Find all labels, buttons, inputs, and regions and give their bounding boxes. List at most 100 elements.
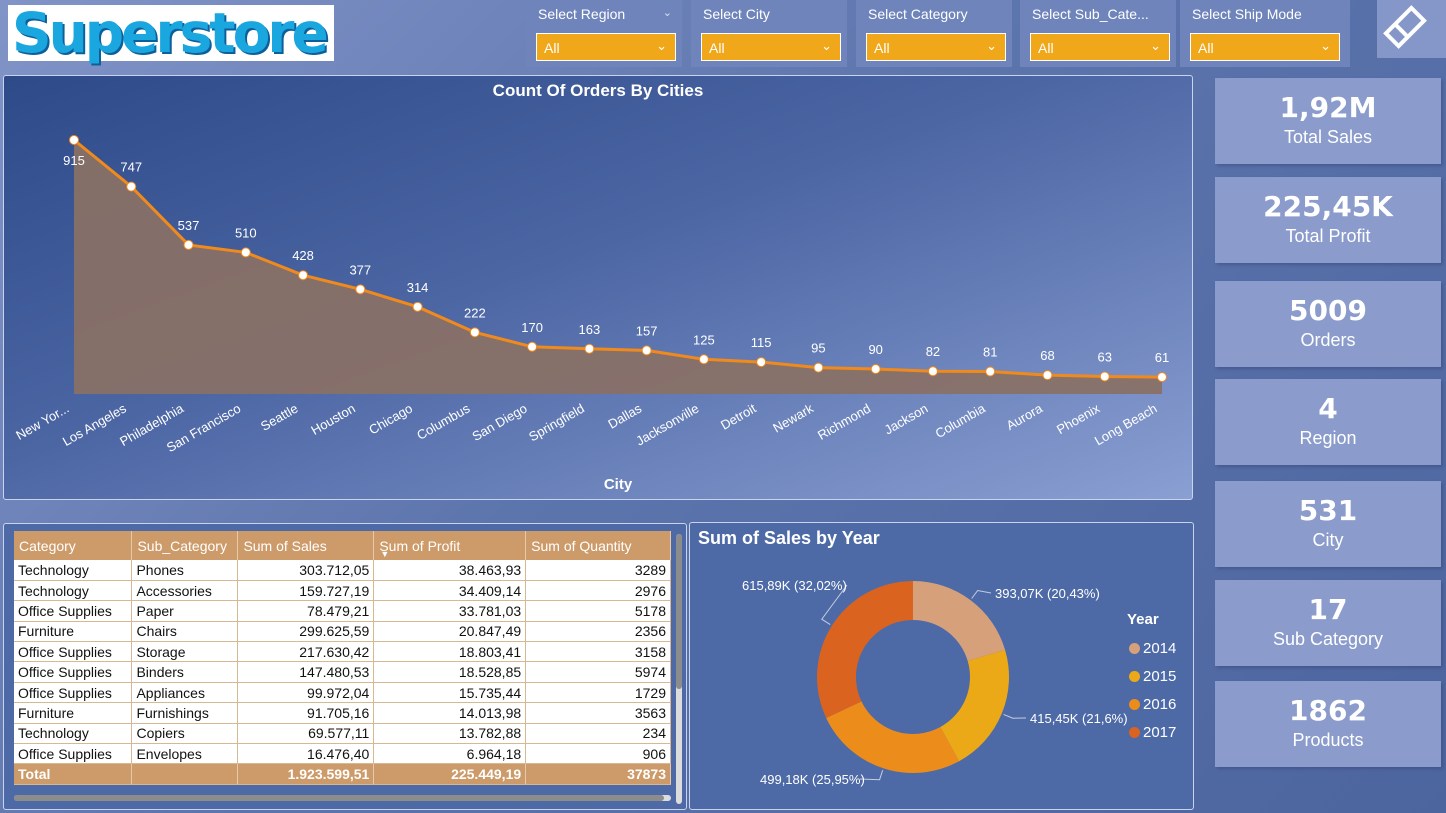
cell-sub-category: Furnishings [131, 702, 239, 724]
column-header-sales[interactable]: Sum of Sales [237, 531, 375, 560]
data-point[interactable] [813, 362, 824, 373]
slicer-ship-mode-dropdown[interactable]: All ⌄ [1190, 33, 1340, 61]
data-point[interactable] [584, 343, 595, 354]
slicer-city-title: Select City [703, 6, 770, 22]
cell-sales: 217.630,42 [237, 641, 375, 663]
data-point[interactable] [469, 327, 480, 338]
table-row[interactable]: Technology Accessories 159.727,19 34.409,14… [14, 580, 671, 602]
table-row[interactable]: Office Supplies Paper 78.479,21 33.781,03 51… [14, 600, 671, 622]
legend-item-2015[interactable]: 2015 [1127, 662, 1176, 690]
data-point[interactable] [927, 366, 938, 377]
data-label: 537 [178, 218, 200, 233]
slicer-city-dropdown[interactable]: All ⌄ [701, 33, 841, 61]
legend-item-2016[interactable]: 2016 [1127, 690, 1176, 718]
data-point[interactable] [69, 135, 79, 145]
total-cell-profit: 225.449,19 [373, 763, 527, 785]
data-point[interactable] [1157, 372, 1167, 383]
legend-title: Year [1127, 611, 1159, 628]
cell-sub-category: Chairs [131, 621, 239, 643]
table-row[interactable]: Office Supplies Envelopes 16.476,40 6.964,1… [14, 743, 671, 765]
cell-sub-category: Accessories [131, 580, 239, 602]
donut-slice-2014[interactable] [913, 581, 1006, 661]
legend-item-2014[interactable]: 2014 [1127, 634, 1176, 662]
data-point[interactable] [756, 357, 767, 368]
data-point[interactable] [298, 270, 309, 281]
slicer-category-dropdown[interactable]: All ⌄ [866, 33, 1006, 61]
kpi-products-value: 1862 [1289, 694, 1367, 727]
table-header-row: Category Sub_Category Sum of Sales Sum o… [14, 531, 671, 560]
data-label: 82 [926, 344, 940, 359]
scrollbar-thumb[interactable] [676, 534, 682, 689]
table-row[interactable]: Furniture Furnishings 91.705,16 14.013,98 35… [14, 702, 671, 724]
data-point[interactable] [240, 247, 251, 258]
cell-sub-category: Appliances [131, 682, 239, 704]
column-header-quantity[interactable]: Sum of Quantity [525, 531, 671, 560]
slicer-category-value: All [874, 40, 890, 56]
total-cell-sales: 1.923.599,51 [237, 763, 375, 785]
slicer-sub-category[interactable]: Select Sub_Cate... All ⌄ [1020, 0, 1176, 67]
data-point[interactable] [1099, 371, 1110, 382]
data-point[interactable] [527, 341, 538, 352]
scrollbar-thumb[interactable] [14, 795, 664, 801]
data-label: 377 [349, 262, 371, 277]
clear-filters-button[interactable] [1377, 0, 1446, 58]
kpi-region-value: 4 [1318, 392, 1338, 425]
table-horizontal-scrollbar[interactable] [14, 795, 671, 801]
data-point[interactable] [985, 366, 996, 377]
column-header-profit-label: Sum of Profit [379, 537, 461, 554]
data-point[interactable] [698, 354, 709, 365]
data-point[interactable] [126, 181, 137, 192]
data-label: 81 [983, 345, 997, 360]
cell-profit: 13.782,88 [373, 723, 527, 745]
cell-profit: 18.803,41 [373, 641, 527, 663]
data-point[interactable] [870, 364, 881, 375]
data-point[interactable] [1042, 370, 1053, 381]
table-total-row: Total 1.923.599,51 225.449,19 37873 [14, 763, 671, 785]
donut-slice-2015[interactable] [940, 649, 1009, 762]
kpi-products: 1862 Products [1215, 681, 1441, 767]
x-tick-label: Aurora [1004, 400, 1046, 433]
slicer-ship-mode-value: All [1198, 40, 1214, 56]
leader-line [1003, 713, 1027, 719]
eraser-icon [1383, 5, 1427, 49]
table-row[interactable]: Technology Phones 303.712,05 38.463,93 3289 [14, 560, 671, 581]
table-vertical-scrollbar[interactable] [676, 534, 682, 804]
table-row[interactable]: Office Supplies Binders 147.480,53 18.528,8… [14, 661, 671, 683]
table-row[interactable]: Furniture Chairs 299.625,59 20.847,49 2356 [14, 621, 671, 643]
kpi-orders-value: 5009 [1289, 294, 1367, 327]
data-point[interactable] [412, 301, 423, 312]
column-header-category[interactable]: Category [14, 531, 133, 560]
cell-category: Office Supplies [14, 600, 133, 622]
slicer-city[interactable]: Select City All ⌄ [691, 0, 847, 67]
sort-descending-icon: ▼ [380, 549, 390, 559]
table-row[interactable]: Technology Copiers 69.577,11 13.782,88 234 [14, 723, 671, 745]
donut-slice-2016[interactable] [826, 701, 960, 773]
donut-data-label: 415,45K (21,6%) [1030, 711, 1128, 726]
column-header-sub-category[interactable]: Sub_Category [131, 531, 239, 560]
legend-item-2017[interactable]: 2017 [1127, 718, 1176, 746]
slicer-region-dropdown[interactable]: All ⌄ [536, 33, 676, 61]
slicer-ship-mode[interactable]: Select Ship Mode All ⌄ [1180, 0, 1350, 67]
column-header-profit[interactable]: Sum of Profit ▼ [373, 531, 527, 560]
cell-quantity: 3158 [525, 641, 671, 663]
data-label: 61 [1155, 350, 1169, 365]
slicer-region[interactable]: Select Region ⌄ All ⌄ [526, 0, 682, 67]
donut-slice-2017[interactable] [817, 581, 913, 718]
cell-category: Office Supplies [14, 661, 133, 683]
cell-sub-category: Storage [131, 641, 239, 663]
data-point[interactable] [355, 284, 366, 295]
slicer-region-title: Select Region [538, 6, 626, 22]
table-row[interactable]: Office Supplies Storage 217.630,42 18.803,4… [14, 641, 671, 663]
data-point[interactable] [641, 345, 652, 356]
slicer-sub-category-dropdown[interactable]: All ⌄ [1030, 33, 1170, 61]
table-row[interactable]: Office Supplies Appliances 99.972,04 15.735… [14, 682, 671, 704]
x-tick-label: Richmond [815, 401, 873, 443]
kpi-region-label: Region [1299, 428, 1357, 448]
cell-category: Furniture [14, 621, 133, 643]
kpi-sub-category-value: 17 [1308, 593, 1348, 626]
cell-category: Office Supplies [14, 682, 133, 704]
kpi-total-profit: 225,45K Total Profit [1215, 177, 1441, 263]
slicer-category[interactable]: Select Category All ⌄ [856, 0, 1012, 67]
data-point[interactable] [183, 239, 194, 250]
x-tick-label: Columbus [414, 400, 473, 443]
